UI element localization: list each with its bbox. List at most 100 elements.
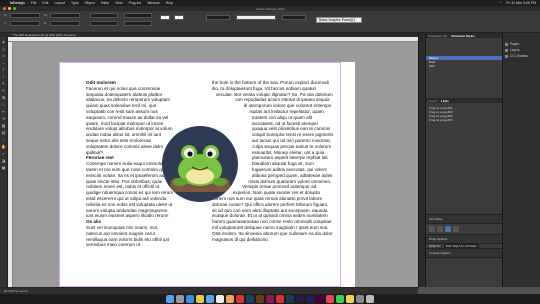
creative-cloud-icon[interactable]: [276, 295, 284, 303]
no-wrap-icon[interactable]: [429, 226, 435, 232]
rotate-field[interactable]: [124, 13, 152, 18]
menu-file[interactable]: File: [31, 1, 37, 5]
w-icon: W:: [44, 13, 48, 17]
frog-illustration[interactable]: [162, 126, 238, 202]
stroke-swatch[interactable]: [174, 15, 184, 20]
page-tool-icon[interactable]: ▭: [1, 53, 6, 58]
x-icon: X:: [4, 13, 7, 17]
illustrator-icon[interactable]: [256, 295, 264, 303]
menu-help[interactable]: Help: [166, 1, 173, 5]
wifi-icon[interactable]: ◠: [499, 1, 502, 5]
photos-icon[interactable]: [226, 295, 234, 303]
fill-stroke-icon[interactable]: ◪: [1, 158, 6, 163]
shear-field[interactable]: [124, 21, 152, 26]
panels-dock: Paragraph Sty Character Styles [None] Bo…: [425, 33, 502, 287]
menu-type[interactable]: Type: [71, 1, 79, 5]
minimize-window-icon[interactable]: [8, 7, 11, 10]
layers-icon: [505, 48, 508, 52]
stroke-type-select[interactable]: [236, 15, 276, 20]
acrobat-icon[interactable]: [236, 295, 244, 303]
wrap-to-select[interactable]: Both Right & Left Sides: [443, 244, 479, 248]
finder-icon[interactable]: [166, 295, 174, 303]
close-window-icon[interactable]: [3, 7, 6, 10]
gap-tool-icon[interactable]: ↔: [1, 60, 6, 65]
trash-icon[interactable]: [366, 295, 374, 303]
chrome-icon[interactable]: [196, 295, 204, 303]
messages-icon[interactable]: [336, 295, 344, 303]
opacity-field[interactable]: [282, 15, 306, 20]
w-field[interactable]: [50, 13, 80, 18]
cc-libraries-icon: [505, 54, 508, 58]
indesign-icon[interactable]: [266, 295, 274, 303]
jump-object-icon[interactable]: [453, 226, 459, 232]
tab-links[interactable]: Links: [441, 99, 449, 103]
line-tool-icon[interactable]: /: [1, 74, 6, 79]
tab-paragraph-styles[interactable]: Paragraph Sty: [428, 34, 447, 38]
pen-tool-icon[interactable]: ✎: [1, 81, 6, 86]
x-field[interactable]: [10, 13, 40, 18]
type-tool-icon[interactable]: T: [1, 67, 6, 72]
menu-layout[interactable]: Layout: [54, 1, 65, 5]
music-icon[interactable]: [326, 295, 334, 303]
menu-plugins[interactable]: Plug-ins: [129, 1, 142, 5]
premiere-icon[interactable]: [296, 295, 304, 303]
menu-window[interactable]: Window: [147, 1, 159, 5]
note-tool-icon[interactable]: ▤: [1, 130, 6, 135]
wrap-object-shape-icon[interactable]: [445, 226, 451, 232]
y-icon: Y:: [4, 21, 7, 25]
xd-icon[interactable]: [316, 295, 324, 303]
eyedropper-tool-icon[interactable]: ⁄: [1, 137, 6, 142]
maximize-window-icon[interactable]: [13, 7, 16, 10]
notes-icon[interactable]: [346, 295, 354, 303]
launchpad-icon[interactable]: [176, 295, 184, 303]
y-field[interactable]: [10, 21, 40, 26]
scissors-tool-icon[interactable]: ✂: [1, 109, 6, 114]
scale-y-field[interactable]: [90, 21, 118, 26]
lightroom-icon[interactable]: [286, 295, 294, 303]
font-name-field[interactable]: Basic Graphic Panel(1): [316, 17, 362, 23]
menu-app-name[interactable]: InDesign: [10, 1, 25, 5]
menu-view[interactable]: View: [115, 1, 123, 5]
contour-options-header: Contour Options: [426, 248, 502, 258]
pages-icon: [505, 42, 508, 46]
dock: [0, 294, 540, 304]
pencil-tool-icon[interactable]: ✏: [1, 88, 6, 93]
selection-tool-icon[interactable]: ▲: [1, 39, 6, 44]
calendar-icon[interactable]: [216, 295, 224, 303]
text-wrap-panel-header[interactable]: Text Wrap: [426, 214, 502, 224]
safari-icon[interactable]: [186, 295, 194, 303]
zoom-tool-icon[interactable]: ⌕: [1, 151, 6, 156]
paragraph-1: Faceruri et qui oolus qua commosae sequa…: [86, 85, 173, 155]
menu-table[interactable]: Table: [101, 1, 109, 5]
stroke-weight-field[interactable]: [206, 15, 230, 20]
settings-icon[interactable]: [356, 295, 364, 303]
sidebar-item-cc-libraries[interactable]: CC Libraries: [503, 53, 540, 59]
rectangle-frame-tool-icon[interactable]: ⊠: [1, 95, 6, 100]
sidebar-item-label: Layers: [510, 48, 520, 52]
paragraph-2: Conempe nonem eulia eaqui ommolup tarem …: [86, 161, 174, 219]
text-column-left[interactable]: Odit molorem Faceruri et qui oolus qua c…: [86, 80, 174, 248]
window-title: Adobe InDesign 2024: [255, 6, 285, 11]
rectangle-tool-icon[interactable]: □: [1, 102, 6, 107]
scale-x-field[interactable]: [90, 13, 118, 18]
h-field[interactable]: [50, 21, 80, 26]
tab-character-styles[interactable]: Character Styles: [451, 34, 475, 38]
sidebar-item-label: CC Libraries: [510, 54, 528, 58]
direct-selection-tool-icon[interactable]: △: [1, 46, 6, 51]
photoshop-icon[interactable]: [246, 295, 254, 303]
menu-edit[interactable]: Edit: [42, 1, 48, 5]
tab-layers[interactable]: Layers: [428, 99, 437, 103]
screen-mode-icon[interactable]: ▣: [1, 165, 6, 170]
menu-object[interactable]: Object: [85, 1, 95, 5]
after-effects-icon[interactable]: [306, 295, 314, 303]
mail-icon[interactable]: [206, 295, 214, 303]
gradient-tool-icon[interactable]: ▦: [1, 123, 6, 128]
wrap-bounding-box-icon[interactable]: [437, 226, 443, 232]
wrap-options-header: Wrap Options: [426, 234, 502, 244]
transform-tool-icon[interactable]: ⟲: [1, 116, 6, 121]
collapsed-panel-strip: [418, 33, 425, 287]
fill-swatch[interactable]: [160, 15, 170, 20]
sidebar-item-label: Pages: [510, 42, 520, 46]
hand-tool-icon[interactable]: ✋: [1, 144, 6, 149]
frog-icon: [170, 145, 230, 192]
